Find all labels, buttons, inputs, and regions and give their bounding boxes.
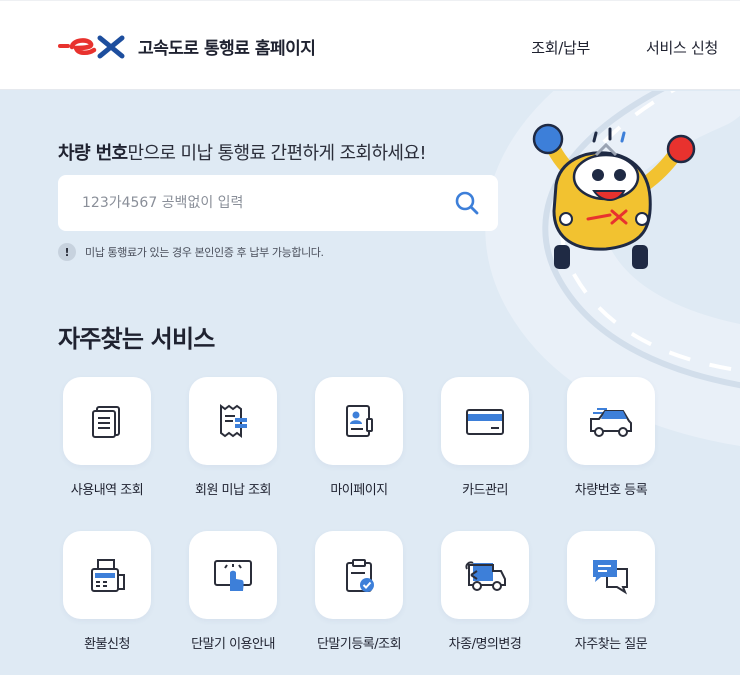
document-list-icon <box>92 406 120 438</box>
service-label: 회원 미납 조회 <box>194 483 272 498</box>
service-tile[interactable] <box>315 531 403 619</box>
notice: ! 미납 통행료가 있는 경우 본인인증 후 납부 가능합니다. <box>58 243 324 261</box>
services-section-title: 자주찾는 서비스 <box>58 325 215 353</box>
service-tile[interactable] <box>567 531 655 619</box>
headline-rest: 만으로 미납 통행료 간편하게 조회하세요! <box>127 143 427 164</box>
service-terminal-register[interactable]: 단말기등록/조회 <box>315 531 403 652</box>
service-vehicle-register[interactable]: 차량번호 등록 <box>567 377 655 498</box>
main-content: 차량 번호만으로 미납 통행료 간편하게 조회하세요! ! 미납 통행료가 있는… <box>0 91 740 675</box>
profile-card-icon <box>346 405 373 437</box>
notice-text: 미납 통행료가 있는 경우 본인인증 후 납부 가능합니다. <box>85 246 324 259</box>
nav-service-apply[interactable]: 서비스 신청 <box>646 37 718 58</box>
truck-icon <box>590 408 632 437</box>
service-tile[interactable] <box>567 377 655 465</box>
service-tile[interactable] <box>441 377 529 465</box>
service-tile[interactable] <box>63 377 151 465</box>
credit-card-icon <box>466 409 504 435</box>
service-faq[interactable]: 자주찾는 질문 <box>567 531 655 652</box>
touch-screen-icon <box>214 560 252 591</box>
truck-transfer-icon <box>465 561 506 591</box>
service-label: 차량번호 등록 <box>574 483 648 498</box>
receipt-icon <box>220 404 247 438</box>
service-label: 단말기등록/조회 <box>316 637 402 652</box>
headline-bold: 차량 번호 <box>58 143 128 164</box>
chat-bubbles-icon <box>593 560 628 595</box>
fax-machine-icon <box>91 559 125 592</box>
search-icon[interactable] <box>454 190 480 216</box>
clipboard-check-icon <box>346 559 374 592</box>
service-tile[interactable] <box>63 531 151 619</box>
service-tile[interactable] <box>441 531 529 619</box>
service-label: 카드관리 <box>462 483 508 498</box>
service-tile[interactable] <box>189 531 277 619</box>
plate-number-input[interactable] <box>82 175 442 231</box>
service-label: 마이페이지 <box>330 483 388 498</box>
service-member-unpaid[interactable]: 회원 미납 조회 <box>189 377 277 498</box>
site-title: 고속도로 통행료 홈페이지 <box>138 39 316 59</box>
service-mypage[interactable]: 마이페이지 <box>315 377 403 498</box>
service-label: 자주찾는 질문 <box>574 637 648 652</box>
service-usage-history[interactable]: 사용내역 조회 <box>63 377 151 498</box>
exclamation-icon: ! <box>58 243 76 261</box>
plate-search-box <box>58 175 498 231</box>
service-label: 사용내역 조회 <box>70 483 144 498</box>
service-card-management[interactable]: 카드관리 <box>441 377 529 498</box>
top-nav: 조회/납부 서비스 신청 <box>531 37 718 58</box>
service-label: 환불신청 <box>84 637 130 652</box>
hero-headline: 차량 번호만으로 미납 통행료 간편하게 조회하세요! <box>58 139 427 165</box>
service-label: 단말기 이용안내 <box>191 637 275 652</box>
nav-inquiry-payment[interactable]: 조회/납부 <box>531 37 590 58</box>
site-logo[interactable]: 고속도로 통행료 홈페이지 <box>58 34 316 59</box>
car-mascot-icon <box>532 123 696 269</box>
service-tile[interactable] <box>315 377 403 465</box>
service-type-owner-change[interactable]: 차종/명의변경 <box>441 531 529 652</box>
service-terminal-guide[interactable]: 단말기 이용안내 <box>189 531 277 652</box>
service-refund[interactable]: 환불신청 <box>63 531 151 652</box>
service-tile[interactable] <box>189 377 277 465</box>
ex-logo-icon <box>58 35 125 58</box>
service-label: 차종/명의변경 <box>448 637 522 652</box>
site-header: 고속도로 통행료 홈페이지 조회/납부 서비스 신청 <box>0 0 740 90</box>
